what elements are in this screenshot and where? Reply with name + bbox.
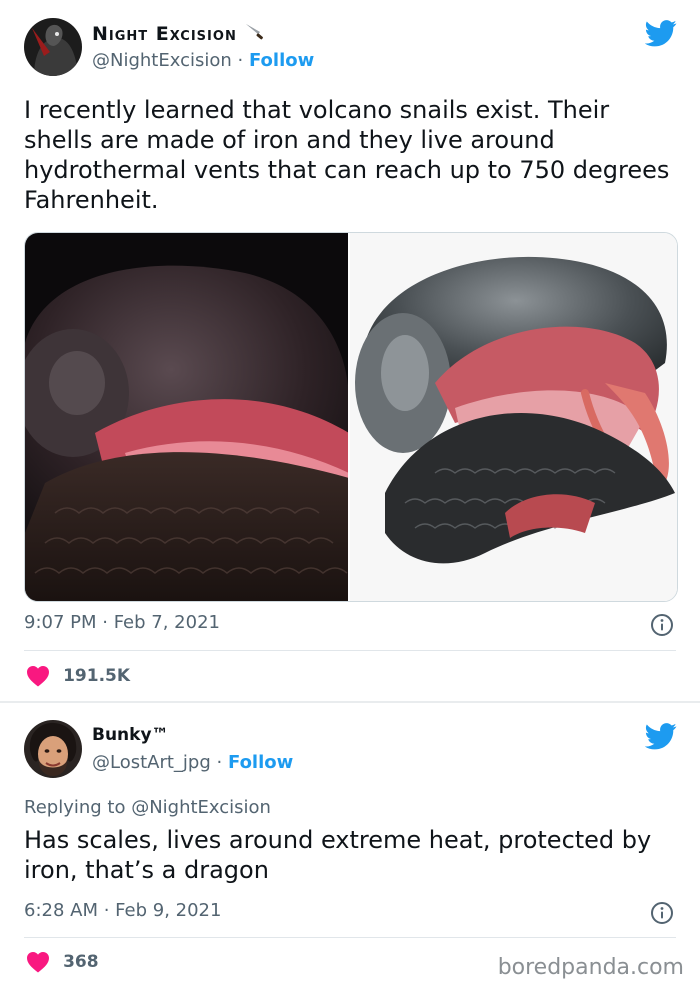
tweet-main: Night Excision @NightExcision · Follow I… bbox=[0, 0, 700, 701]
like-count-value: 368 bbox=[63, 952, 99, 972]
timestamp[interactable]: 6:28 AM · Feb 9, 2021 bbox=[24, 900, 221, 921]
handle-line: @LostArt_jpg · Follow bbox=[92, 752, 293, 773]
separator: · bbox=[216, 752, 223, 773]
follow-button[interactable]: Follow bbox=[228, 752, 293, 773]
handle[interactable]: @NightExcision bbox=[92, 50, 232, 71]
info-icon[interactable] bbox=[650, 613, 674, 637]
tweet-text: I recently learned that volcano snails e… bbox=[24, 96, 670, 214]
divider bbox=[24, 650, 676, 651]
display-name[interactable]: Night Excision bbox=[92, 22, 266, 45]
avatar-night-excision[interactable] bbox=[24, 18, 82, 76]
heart-icon bbox=[27, 952, 49, 973]
handle[interactable]: @LostArt_jpg bbox=[92, 752, 211, 773]
handle-line: @NightExcision · Follow bbox=[92, 50, 314, 71]
heart-icon bbox=[27, 666, 49, 687]
like-count-value: 191.5K bbox=[63, 666, 131, 686]
timestamp[interactable]: 9:07 PM · Feb 7, 2021 bbox=[24, 612, 220, 633]
tweet-reply: Bunky™ @LostArt_jpg · Follow Replying to… bbox=[0, 703, 700, 990]
follow-button[interactable]: Follow bbox=[249, 50, 314, 71]
knife-icon bbox=[246, 24, 264, 40]
info-icon[interactable] bbox=[650, 901, 674, 925]
avatar-bunky[interactable] bbox=[24, 720, 82, 778]
like-count[interactable]: 191.5K bbox=[26, 665, 130, 687]
watermark: boredpanda.com bbox=[497, 955, 684, 980]
like-count[interactable]: 368 bbox=[26, 951, 99, 973]
separator: · bbox=[237, 50, 244, 71]
divider bbox=[24, 937, 676, 938]
tweet-text: Has scales, lives around extreme heat, p… bbox=[24, 826, 652, 884]
twitter-bird-icon[interactable] bbox=[645, 723, 677, 750]
volcano-snail-photos bbox=[25, 233, 677, 601]
tweet-media[interactable] bbox=[24, 232, 678, 602]
replying-to[interactable]: Replying to @NightExcision bbox=[24, 797, 271, 818]
twitter-bird-icon[interactable] bbox=[645, 20, 677, 47]
display-name[interactable]: Bunky™ bbox=[92, 725, 169, 745]
